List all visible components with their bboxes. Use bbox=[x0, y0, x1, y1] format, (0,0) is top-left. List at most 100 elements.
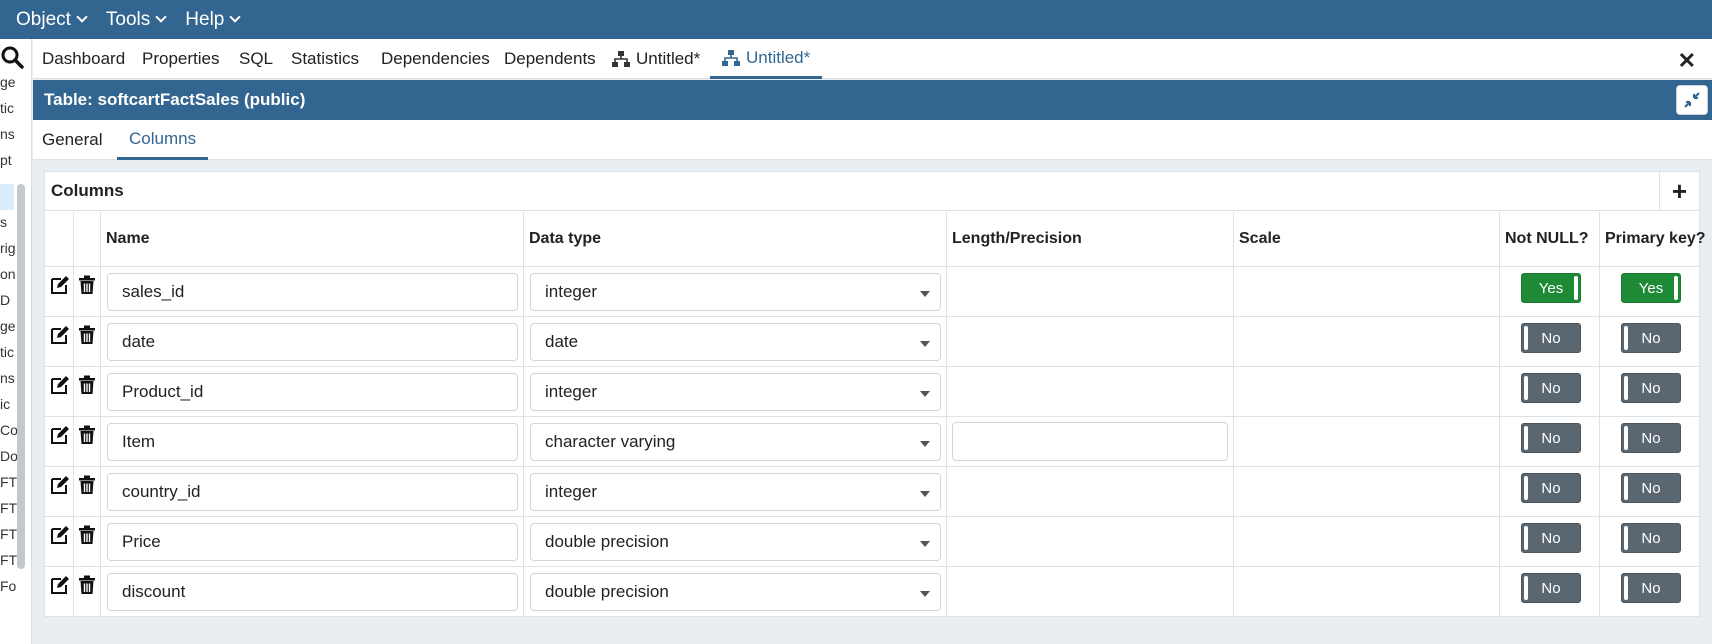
edit-icon[interactable] bbox=[50, 275, 70, 300]
tree-item[interactable]: ns bbox=[0, 126, 15, 142]
primary-key-toggle[interactable]: No bbox=[1621, 523, 1681, 553]
trash-icon[interactable] bbox=[78, 475, 96, 500]
length-cell[interactable] bbox=[947, 567, 1234, 617]
data-type-select[interactable]: integer bbox=[530, 373, 941, 411]
not-null-toggle[interactable]: No bbox=[1521, 573, 1581, 603]
not-null-toggle[interactable]: No bbox=[1521, 373, 1581, 403]
scale-cell[interactable] bbox=[1234, 517, 1500, 567]
scale-cell[interactable] bbox=[1234, 267, 1500, 317]
minimize-button[interactable] bbox=[1676, 85, 1708, 115]
menu-help[interactable]: Help bbox=[185, 9, 242, 31]
close-tab-button[interactable]: ✕ bbox=[1678, 48, 1696, 74]
column-name-input[interactable]: Product_id bbox=[107, 373, 518, 411]
scale-cell[interactable] bbox=[1234, 417, 1500, 467]
primary-key-toggle[interactable]: No bbox=[1621, 573, 1681, 603]
menu-tools[interactable]: Tools bbox=[105, 8, 167, 31]
column-name-input[interactable]: sales_id bbox=[107, 273, 518, 311]
tree-item[interactable]: FT bbox=[0, 474, 17, 490]
scale-cell[interactable] bbox=[1234, 317, 1500, 367]
primary-key-cell: No bbox=[1600, 367, 1701, 417]
add-column-button[interactable]: + bbox=[1659, 172, 1699, 210]
caret-down-icon bbox=[920, 591, 930, 597]
scale-cell[interactable] bbox=[1234, 367, 1500, 417]
column-name-input[interactable]: date bbox=[107, 323, 518, 361]
tab-dependencies[interactable]: Dependencies bbox=[381, 39, 490, 79]
column-name-input[interactable]: Price bbox=[107, 523, 518, 561]
tab-untitled-erd-1[interactable]: Untitled* bbox=[612, 39, 700, 79]
trash-icon[interactable] bbox=[78, 525, 96, 550]
menu-tools-label: Tools bbox=[105, 8, 151, 30]
edit-icon[interactable] bbox=[50, 425, 70, 450]
scale-cell[interactable] bbox=[1234, 467, 1500, 517]
edit-icon[interactable] bbox=[50, 325, 70, 350]
primary-key-toggle[interactable]: Yes bbox=[1621, 273, 1681, 303]
tree-item[interactable]: FT bbox=[0, 526, 17, 542]
menu-object[interactable]: Object bbox=[16, 9, 88, 31]
primary-key-toggle[interactable]: No bbox=[1621, 423, 1681, 453]
tree-item[interactable]: D bbox=[0, 292, 10, 308]
trash-icon[interactable] bbox=[78, 375, 96, 400]
tree-item[interactable]: tic bbox=[0, 344, 14, 360]
length-cell[interactable] bbox=[947, 367, 1234, 417]
trash-icon[interactable] bbox=[78, 275, 96, 300]
data-type-select[interactable]: character varying bbox=[530, 423, 941, 461]
search-icon[interactable] bbox=[0, 45, 26, 71]
not-null-toggle[interactable]: No bbox=[1521, 523, 1581, 553]
tree-item[interactable]: Do bbox=[0, 448, 18, 464]
scale-cell[interactable] bbox=[1234, 567, 1500, 617]
tree-item[interactable]: s bbox=[0, 214, 7, 230]
tab-dashboard[interactable]: Dashboard bbox=[42, 39, 125, 79]
length-cell[interactable] bbox=[947, 267, 1234, 317]
length-cell[interactable] bbox=[947, 467, 1234, 517]
edit-icon[interactable] bbox=[50, 475, 70, 500]
tab-sql[interactable]: SQL bbox=[239, 39, 273, 79]
trash-icon[interactable] bbox=[78, 325, 96, 350]
primary-key-toggle[interactable]: No bbox=[1621, 323, 1681, 353]
tab-dependents[interactable]: Dependents bbox=[504, 39, 596, 79]
tab-properties[interactable]: Properties bbox=[142, 39, 219, 79]
not-null-toggle[interactable]: No bbox=[1521, 473, 1581, 503]
trash-icon[interactable] bbox=[78, 575, 96, 600]
data-type-select[interactable]: date bbox=[530, 323, 941, 361]
length-precision-input[interactable] bbox=[952, 422, 1228, 461]
length-cell[interactable] bbox=[947, 317, 1234, 367]
tree-selected-item[interactable] bbox=[0, 184, 14, 210]
caret-down-icon bbox=[920, 391, 930, 397]
tree-item[interactable]: ns bbox=[0, 370, 15, 386]
edit-icon[interactable] bbox=[50, 575, 70, 600]
primary-key-cell: No bbox=[1600, 417, 1701, 467]
tree-item[interactable]: tic bbox=[0, 100, 14, 116]
trash-icon[interactable] bbox=[78, 425, 96, 450]
column-name-input[interactable]: country_id bbox=[107, 473, 518, 511]
tree-item[interactable]: Co bbox=[0, 422, 18, 438]
tree-item[interactable]: ge bbox=[0, 318, 16, 334]
primary-key-toggle[interactable]: No bbox=[1621, 473, 1681, 503]
tree-item[interactable]: ic bbox=[0, 396, 10, 412]
primary-key-toggle[interactable]: No bbox=[1621, 373, 1681, 403]
tree-item[interactable]: FT bbox=[0, 500, 17, 516]
edit-icon[interactable] bbox=[50, 375, 70, 400]
tab-columns[interactable]: Columns bbox=[117, 120, 209, 160]
column-name-input[interactable]: Item bbox=[107, 423, 518, 461]
not-null-toggle[interactable]: No bbox=[1521, 423, 1581, 453]
not-null-toggle[interactable]: Yes bbox=[1521, 273, 1581, 303]
tab-untitled-erd-2[interactable]: Untitled* bbox=[710, 39, 823, 79]
tree-item[interactable]: rig bbox=[0, 240, 16, 256]
tab-statistics[interactable]: Statistics bbox=[291, 39, 359, 79]
tree-item[interactable]: ge bbox=[0, 74, 16, 90]
length-cell[interactable] bbox=[947, 517, 1234, 567]
column-name-input[interactable]: discount bbox=[107, 573, 518, 611]
data-type-select[interactable]: integer bbox=[530, 473, 941, 511]
tree-item[interactable]: pt bbox=[0, 152, 12, 168]
header-delete bbox=[74, 212, 101, 267]
data-type-select[interactable]: double precision bbox=[530, 573, 941, 611]
tree-item[interactable]: Fo bbox=[0, 578, 16, 594]
tab-general[interactable]: General bbox=[30, 120, 114, 160]
tree-item[interactable]: on bbox=[0, 266, 16, 282]
edit-icon[interactable] bbox=[50, 525, 70, 550]
tree-scrollbar[interactable] bbox=[17, 184, 25, 569]
data-type-select[interactable]: double precision bbox=[530, 523, 941, 561]
data-type-select[interactable]: integer bbox=[530, 273, 941, 311]
tree-item[interactable]: FT bbox=[0, 552, 17, 568]
not-null-toggle[interactable]: No bbox=[1521, 323, 1581, 353]
